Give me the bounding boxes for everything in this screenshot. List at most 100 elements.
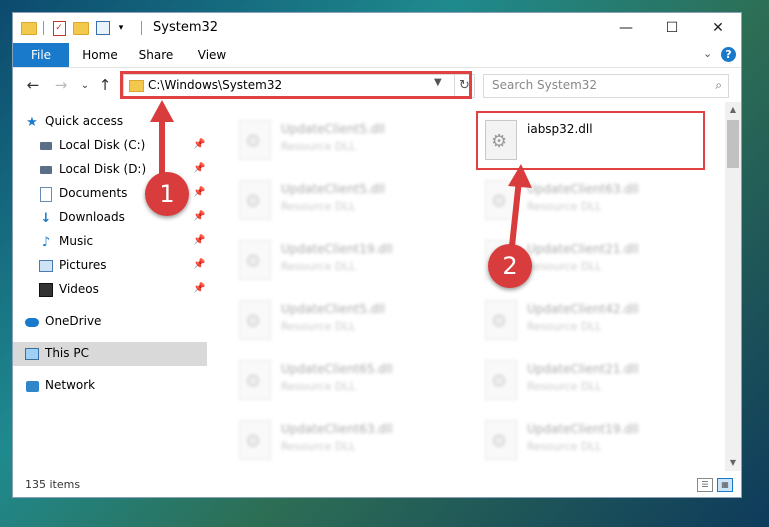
cloud-icon xyxy=(25,315,39,329)
properties-check-icon[interactable]: ✓ xyxy=(51,20,67,36)
file-name: UpdateClient19.dll xyxy=(281,242,393,256)
details-view-icon[interactable]: ☰ xyxy=(697,478,713,492)
file-item[interactable]: UpdateClient65.dll Resource DLL xyxy=(229,356,459,406)
file-item[interactable]: UpdateClient5.dll Resource DLL xyxy=(229,176,459,226)
tab-view[interactable]: View xyxy=(187,43,237,67)
music-icon: ♪ xyxy=(41,234,51,250)
computer-icon xyxy=(25,347,39,361)
sidebar-item-label: OneDrive xyxy=(45,314,102,328)
downloads-icon: ↓ xyxy=(40,210,52,226)
file-type: Resource DLL xyxy=(527,440,602,453)
dll-file-icon xyxy=(485,180,517,220)
file-name: UpdateClient21.dll xyxy=(527,242,639,256)
sidebar-item-network[interactable]: Network xyxy=(13,374,207,398)
step-badge-1: 1 xyxy=(145,172,189,216)
search-icon: ⌕ xyxy=(715,78,722,92)
sidebar-item-label: This PC xyxy=(45,346,89,360)
recent-locations-button[interactable]: ⌄ xyxy=(75,75,95,95)
pin-icon: 📌 xyxy=(193,235,206,246)
dll-file-icon xyxy=(239,120,271,160)
dll-file-icon xyxy=(239,420,271,460)
sidebar-item-label: Local Disk (C:) xyxy=(59,138,146,152)
vertical-scrollbar[interactable]: ▲ ▼ xyxy=(725,102,741,471)
maximize-button[interactable]: ☐ xyxy=(649,13,695,43)
close-button[interactable]: ✕ xyxy=(695,13,741,43)
minimize-button[interactable]: — xyxy=(603,13,649,43)
drive-icon xyxy=(39,139,53,153)
tab-file[interactable]: File xyxy=(13,43,69,67)
pin-icon: 📌 xyxy=(193,139,206,150)
dll-file-icon xyxy=(239,300,271,340)
folder-icon xyxy=(21,20,37,36)
sidebar-item-local-disk-c[interactable]: Local Disk (C:) 📌 xyxy=(13,134,207,158)
star-icon: ★ xyxy=(26,114,38,130)
dll-file-icon xyxy=(239,180,271,220)
file-name: UpdateClient63.dll xyxy=(527,182,639,196)
tab-home[interactable]: Home xyxy=(75,43,125,67)
pin-icon: 📌 xyxy=(193,259,206,270)
file-item[interactable]: UpdateClient19.dll Resource DLL xyxy=(229,236,459,286)
file-type: Resource DLL xyxy=(281,200,356,213)
pin-icon: 📌 xyxy=(193,163,206,174)
file-name: UpdateClient42.dll xyxy=(527,302,639,316)
sidebar-item-label: Downloads xyxy=(59,210,125,224)
dll-file-icon xyxy=(239,360,271,400)
customize-toolbar-icon[interactable] xyxy=(95,20,111,36)
file-name: UpdateClient21.dll xyxy=(527,362,639,376)
sidebar-item-quick-access[interactable]: ★ Quick access xyxy=(13,110,207,134)
large-icons-view-icon[interactable]: ▦ xyxy=(717,478,733,492)
scroll-up-arrow[interactable]: ▲ xyxy=(725,102,741,118)
new-folder-icon[interactable] xyxy=(73,20,89,36)
file-type: Resource DLL xyxy=(527,380,602,393)
documents-icon xyxy=(39,186,53,202)
pictures-icon xyxy=(39,259,53,273)
file-name: UpdateClient19.dll xyxy=(527,422,639,436)
sidebar-item-music[interactable]: ♪ Music 📌 xyxy=(13,230,207,254)
sidebar-item-label: Videos xyxy=(59,282,99,296)
file-item[interactable]: UpdateClient42.dll Resource DLL xyxy=(475,296,705,346)
file-name: UpdateClient65.dll xyxy=(281,362,393,376)
file-type: Resource DLL xyxy=(281,140,356,153)
quick-access-dropdown-icon[interactable]: ▾ xyxy=(113,20,129,36)
file-item[interactable]: UpdateClient5.dll Resource DLL xyxy=(229,296,459,346)
file-item[interactable]: UpdateClient5.dll Resource DLL xyxy=(229,116,459,166)
address-highlight-box xyxy=(120,71,472,99)
drive-icon xyxy=(39,163,53,177)
sidebar-item-label: Local Disk (D:) xyxy=(59,162,147,176)
sidebar-item-videos[interactable]: Videos 📌 xyxy=(13,278,207,302)
scroll-down-arrow[interactable]: ▼ xyxy=(725,455,741,471)
sidebar-item-label: Documents xyxy=(59,186,128,200)
file-list: UpdateClient5.dll Resource DLL UpdateCli… xyxy=(219,102,725,471)
tab-share[interactable]: Share xyxy=(131,43,181,67)
file-type: Resource DLL xyxy=(281,380,356,393)
scrollbar-thumb[interactable] xyxy=(727,120,739,168)
forward-button[interactable]: → xyxy=(51,75,71,95)
sidebar-item-pictures[interactable]: Pictures 📌 xyxy=(13,254,207,278)
navigation-pane: ★ Quick access Local Disk (C:) 📌 Local D… xyxy=(13,102,209,471)
back-button[interactable]: ← xyxy=(23,75,43,95)
file-type: Resource DLL xyxy=(281,320,356,333)
search-box[interactable]: Search System32 ⌕ xyxy=(483,74,729,98)
sidebar-item-label: Network xyxy=(45,378,96,392)
dll-file-icon xyxy=(239,240,271,280)
file-name: UpdateClient63.dll xyxy=(281,422,393,436)
ribbon-collapse-icon[interactable]: ⌄ xyxy=(703,47,712,60)
file-item[interactable]: UpdateClient63.dll Resource DLL xyxy=(229,416,459,466)
file-name: UpdateClient5.dll xyxy=(281,182,385,196)
dll-file-icon xyxy=(485,420,517,460)
file-item[interactable]: UpdateClient63.dll Resource DLL xyxy=(475,176,705,226)
help-icon[interactable]: ? xyxy=(721,47,736,62)
file-type: Resource DLL xyxy=(527,260,602,273)
sidebar-item-onedrive[interactable]: OneDrive xyxy=(13,310,207,334)
title-bar: ✓ ▾ System32 — ☐ ✕ xyxy=(13,13,741,43)
sidebar-item-label: Quick access xyxy=(45,114,124,128)
file-item[interactable]: UpdateClient19.dll Resource DLL xyxy=(475,416,705,466)
sidebar-item-this-pc[interactable]: This PC xyxy=(13,342,207,366)
search-input[interactable]: Search System32 xyxy=(492,78,597,92)
pin-icon: 📌 xyxy=(193,283,206,294)
file-highlight-box xyxy=(476,111,705,170)
title-separator xyxy=(141,21,142,35)
dll-file-icon xyxy=(485,360,517,400)
up-button[interactable]: ↑ xyxy=(95,75,115,95)
file-item[interactable]: UpdateClient21.dll Resource DLL xyxy=(475,356,705,406)
